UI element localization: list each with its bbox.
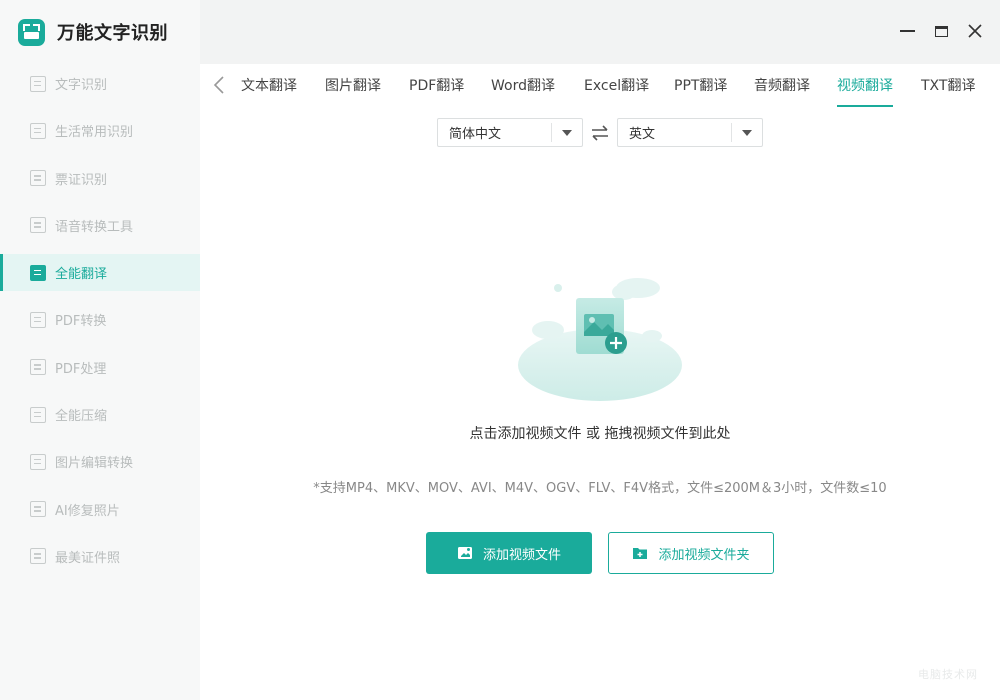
minimize-button[interactable] <box>896 20 918 42</box>
sidebar-item-ai-photo-repair[interactable]: AI修复照片 <box>0 491 200 528</box>
source-language-value: 简体中文 <box>449 127 502 142</box>
tab-excel-translate[interactable]: Excel翻译 <box>584 75 649 107</box>
source-language-select[interactable]: 简体中文 <box>437 118 583 147</box>
sidebar-item-label: 文字识别 <box>55 78 108 93</box>
sidebar-item-label: 图片编辑转换 <box>55 456 134 472</box>
swap-languages-icon[interactable] <box>590 124 610 142</box>
tab-pdf-translate[interactable]: PDF翻译 <box>409 75 464 107</box>
scan-text-icon <box>30 75 46 92</box>
drop-hint-text: 点击添加视频文件 或 拖拽视频文件到此处 <box>469 426 731 442</box>
sidebar-item-label: 最美证件照 <box>55 550 121 566</box>
close-icon <box>968 24 982 38</box>
id-photo-icon <box>30 548 46 565</box>
app-logo-icon <box>18 18 45 46</box>
sidebar-item-ticket-ocr[interactable]: 票证识别 <box>0 160 200 197</box>
chevron-down-icon <box>742 130 752 136</box>
photo-repair-icon <box>30 501 46 518</box>
watermark: 电脑技术网 <box>918 668 978 681</box>
sidebar-item-pdf-convert[interactable]: PDF转换 <box>0 301 200 338</box>
image-edit-icon <box>30 453 46 470</box>
chevron-down-icon <box>562 130 572 136</box>
pdf-process-icon <box>30 359 46 376</box>
folder-add-icon <box>633 548 648 559</box>
sidebar-item-label: PDF处理 <box>55 361 107 377</box>
sidebar-item-image-edit[interactable]: 图片编辑转换 <box>0 443 200 480</box>
sidebar-item-label: 全能翻译 <box>55 267 108 283</box>
chevron-left-icon[interactable] <box>212 75 228 95</box>
maximize-button[interactable] <box>930 20 952 42</box>
translate-tabs: 文本翻译 图片翻译 PDF翻译 Word翻译 Excel翻译 PPT翻译 音频翻… <box>200 64 1000 107</box>
sidebar-item-label: 全能压缩 <box>55 409 108 425</box>
upload-video-illustration[interactable] <box>512 270 688 406</box>
add-image-icon <box>457 547 472 559</box>
brand: 万能文字识别 <box>18 18 168 46</box>
sidebar-item-pdf-process[interactable]: PDF处理 <box>0 349 200 386</box>
sidebar-item-label: 语音转换工具 <box>55 219 134 235</box>
sidebar-item-voice-tools[interactable]: 语音转换工具 <box>0 207 200 244</box>
supported-formats-note: *支持MP4、MKV、MOV、AVI、M4V、OGV、FLV、F4V格式，文件≤… <box>313 481 887 496</box>
add-video-file-button[interactable]: 添加视频文件 <box>426 532 592 574</box>
tab-word-translate[interactable]: Word翻译 <box>491 75 555 107</box>
app-window: 万能文字识别 文字识别 生活常用识别 票证识别 语音转换工具 全能翻译 PDF转… <box>0 0 1000 700</box>
add-video-file-label: 添加视频文件 <box>482 547 561 563</box>
sidebar-nav: 文字识别 生活常用识别 票证识别 语音转换工具 全能翻译 PDF转换 PDF处理… <box>0 65 200 585</box>
title-bar <box>200 0 1000 64</box>
sidebar-item-life-ocr[interactable]: 生活常用识别 <box>0 112 200 149</box>
sidebar-item-translate[interactable]: 全能翻译 <box>0 254 200 292</box>
voice-convert-icon <box>30 217 46 234</box>
sidebar-item-id-photo[interactable]: 最美证件照 <box>0 538 200 575</box>
sidebar-item-compress[interactable]: 全能压缩 <box>0 396 200 433</box>
tab-audio-translate[interactable]: 音频翻译 <box>754 75 810 107</box>
add-video-folder-label: 添加视频文件夹 <box>658 547 750 563</box>
sidebar-item-label: 票证识别 <box>55 172 108 188</box>
add-video-folder-button[interactable]: 添加视频文件夹 <box>608 532 774 574</box>
maximize-icon <box>934 25 948 37</box>
translate-icon <box>30 264 46 281</box>
sidebar-item-label: 生活常用识别 <box>55 125 134 141</box>
tab-ppt-translate[interactable]: PPT翻译 <box>674 75 727 107</box>
sidebar: 万能文字识别 文字识别 生活常用识别 票证识别 语音转换工具 全能翻译 PDF转… <box>0 0 200 700</box>
tab-text-translate[interactable]: 文本翻译 <box>241 75 297 107</box>
target-language-select[interactable]: 英文 <box>617 118 763 147</box>
tab-video-translate[interactable]: 视频翻译 <box>837 75 893 107</box>
sidebar-item-label: PDF转换 <box>55 314 107 330</box>
ticket-scan-icon <box>30 170 46 187</box>
target-language-value: 英文 <box>629 127 656 142</box>
sidebar-item-label: AI修复照片 <box>55 503 120 519</box>
compress-icon <box>30 406 46 423</box>
tab-txt-translate[interactable]: TXT翻译 <box>921 75 975 107</box>
scan-life-icon <box>30 122 46 139</box>
app-title: 万能文字识别 <box>57 23 168 44</box>
close-button[interactable] <box>964 20 986 42</box>
tab-image-translate[interactable]: 图片翻译 <box>325 75 381 107</box>
pdf-convert-icon <box>30 311 46 328</box>
minimize-icon <box>899 30 915 32</box>
sidebar-item-text-ocr[interactable]: 文字识别 <box>0 65 200 102</box>
